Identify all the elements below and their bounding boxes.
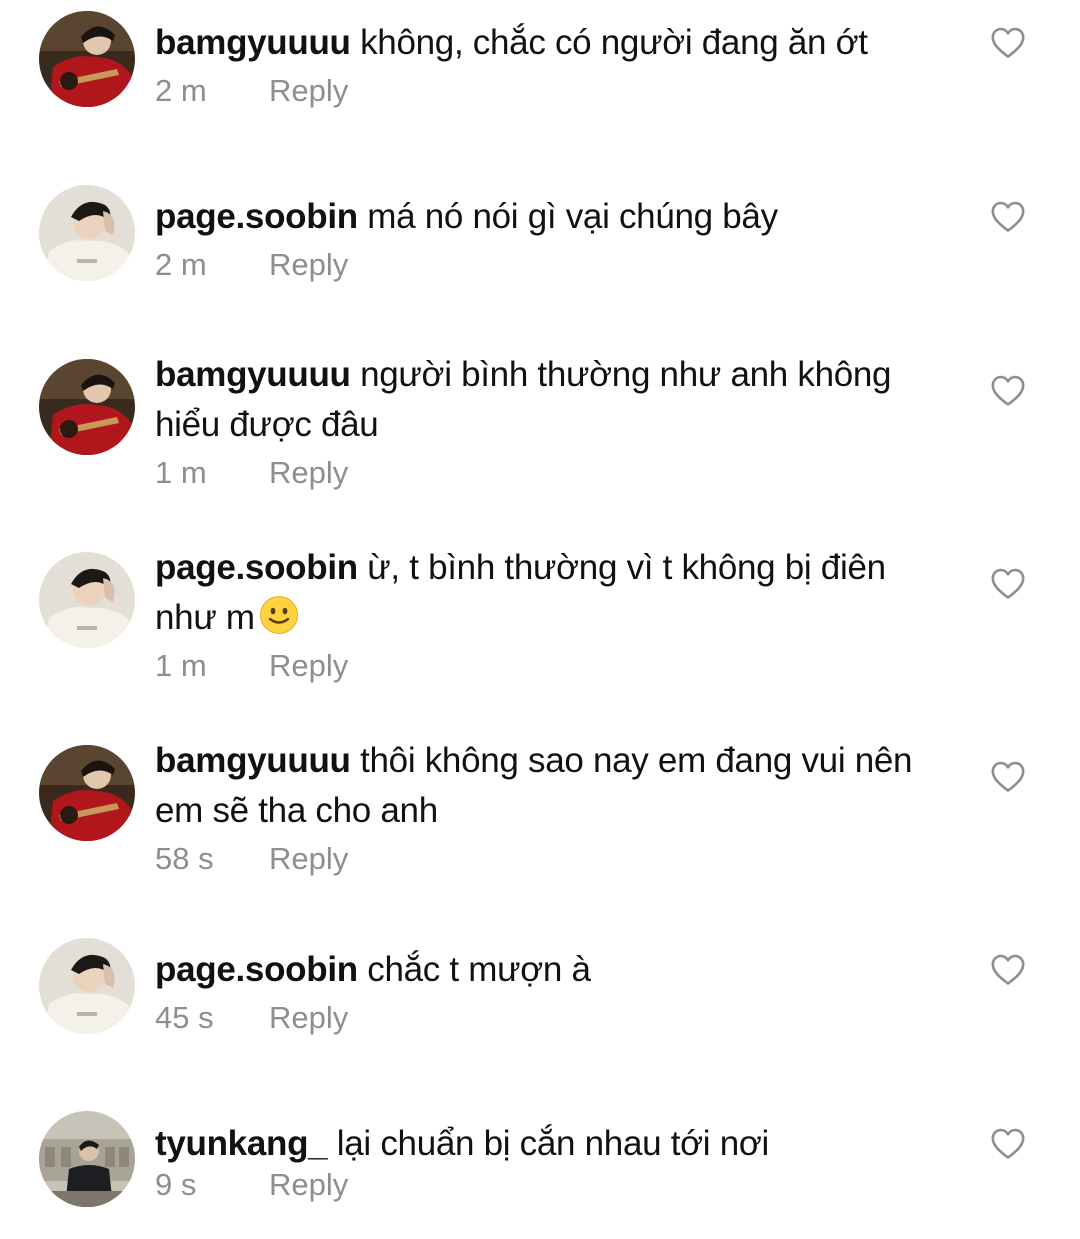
- username[interactable]: tyunkang_: [155, 1124, 328, 1163]
- comment-text: má nó nói gì vại chúng bây: [367, 197, 778, 236]
- comment-meta: 58 s Reply: [155, 839, 945, 879]
- reply-button[interactable]: Reply: [269, 71, 348, 111]
- timestamp: 58 s: [155, 841, 214, 876]
- avatar-white-sweater-icon: [39, 552, 135, 648]
- avatar[interactable]: [39, 1111, 135, 1207]
- timestamp: 9 s: [155, 1167, 197, 1202]
- username[interactable]: bamgyuuuu: [155, 741, 351, 780]
- comment-text-line: bamgyuuuu không, chắc có người đang ăn ớ…: [155, 18, 945, 68]
- comment-text: không, chắc có người đang ăn ớt: [360, 23, 868, 62]
- like-button[interactable]: [991, 568, 1025, 600]
- username[interactable]: page.soobin: [155, 548, 358, 587]
- comment-meta: 1 m Reply: [155, 646, 945, 686]
- like-button[interactable]: [991, 27, 1025, 59]
- username[interactable]: bamgyuuuu: [155, 355, 351, 394]
- username[interactable]: page.soobin: [155, 197, 358, 236]
- avatar[interactable]: [39, 552, 135, 648]
- timestamp: 1 m: [155, 648, 207, 683]
- heart-outline-icon: [991, 761, 1025, 793]
- timestamp: 2 m: [155, 73, 207, 108]
- comment-text-line: bamgyuuuu thôi không sao nay em đang vui…: [155, 736, 945, 836]
- timestamp: 1 m: [155, 455, 207, 490]
- avatar-red-sweater-guitar-icon: [39, 11, 135, 107]
- username[interactable]: page.soobin: [155, 950, 358, 989]
- avatar-red-sweater-guitar-icon: [39, 359, 135, 455]
- heart-outline-icon: [991, 1128, 1025, 1160]
- avatar[interactable]: [39, 11, 135, 107]
- like-button[interactable]: [991, 761, 1025, 793]
- comment-meta: 2 m Reply: [155, 71, 945, 111]
- avatar[interactable]: [39, 359, 135, 455]
- comment-text-line: tyunkang_ lại chuẩn bị cắn nhau tới nơi: [155, 1119, 945, 1169]
- avatar[interactable]: [39, 938, 135, 1034]
- avatar-red-sweater-guitar-icon: [39, 745, 135, 841]
- avatar[interactable]: [39, 745, 135, 841]
- comment-meta: 1 m Reply: [155, 453, 945, 493]
- comment-meta: 45 s Reply: [155, 998, 945, 1038]
- comment-meta: 2 m Reply: [155, 245, 945, 285]
- avatar[interactable]: [39, 185, 135, 281]
- avatar-dark-coat-building-icon: [39, 1111, 135, 1207]
- comment-text-line: page.soobin ừ, t bình thường vì t không …: [155, 543, 945, 643]
- like-button[interactable]: [991, 201, 1025, 233]
- reply-button[interactable]: Reply: [269, 1165, 348, 1205]
- like-button[interactable]: [991, 375, 1025, 407]
- like-button[interactable]: [991, 954, 1025, 986]
- heart-outline-icon: [991, 568, 1025, 600]
- heart-outline-icon: [991, 27, 1025, 59]
- avatar-white-sweater-icon: [39, 185, 135, 281]
- comment-text-line: page.soobin má nó nói gì vại chúng bây: [155, 192, 945, 242]
- comment-meta: 9 s Reply: [155, 1165, 945, 1205]
- timestamp: 2 m: [155, 247, 207, 282]
- username[interactable]: bamgyuuuu: [155, 23, 351, 62]
- reply-button[interactable]: Reply: [269, 998, 348, 1038]
- like-button[interactable]: [991, 1128, 1025, 1160]
- heart-outline-icon: [991, 375, 1025, 407]
- reply-button[interactable]: Reply: [269, 245, 348, 285]
- slightly-smiling-face-icon: [259, 595, 299, 635]
- avatar-white-sweater-icon: [39, 938, 135, 1034]
- comment-text-line: page.soobin chắc t mượn à: [155, 945, 945, 995]
- comment-text: lại chuẩn bị cắn nhau tới nơi: [336, 1124, 770, 1163]
- reply-button[interactable]: Reply: [269, 646, 348, 686]
- comment-text: chắc t mượn à: [367, 950, 591, 989]
- heart-outline-icon: [991, 954, 1025, 986]
- reply-button[interactable]: Reply: [269, 453, 348, 493]
- comment-text-line: bamgyuuuu người bình thường như anh khôn…: [155, 350, 945, 450]
- timestamp: 45 s: [155, 1000, 214, 1035]
- reply-button[interactable]: Reply: [269, 839, 348, 879]
- heart-outline-icon: [991, 201, 1025, 233]
